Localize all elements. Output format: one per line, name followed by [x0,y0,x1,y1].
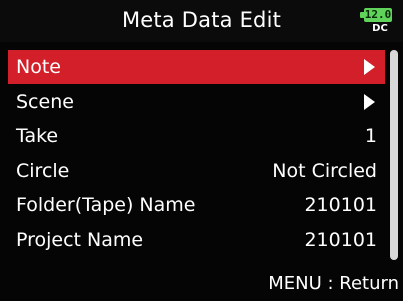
recorder-screen: Meta Data Edit 12.0 DC Note Scene Take 1… [0,0,403,301]
menu-item-note[interactable]: Note [8,50,385,84]
battery-voltage: 12.0 [364,8,392,21]
submenu-arrow-icon [364,93,375,110]
menu-item-project-name[interactable]: Project Name 210101 [8,223,385,257]
menu-item-label: Take [16,125,59,148]
menu-item-value: 1 [364,125,377,148]
scrollbar[interactable] [390,50,398,260]
menu-item-label: Circle [16,159,70,182]
menu-item-value: 210101 [304,228,377,251]
power-source-label: DC [372,23,388,34]
footer-hint: MENU : Return [268,273,399,294]
screen-title: Meta Data Edit [121,8,282,32]
menu-item-take[interactable]: Take 1 [8,119,385,153]
menu-item-label: Scene [16,90,74,113]
menu-item-label: Folder(Tape) Name [16,194,196,217]
menu-item-scene[interactable]: Scene [8,85,385,119]
menu-item-value: 210101 [304,194,377,217]
meta-data-menu: Note Scene Take 1 Circle Not Circled Fol… [8,50,385,258]
submenu-arrow-icon [364,59,375,75]
scrollbar-thumb[interactable] [390,50,398,260]
menu-item-label: Note [16,56,61,78]
menu-item-value: Not Circled [272,159,377,182]
menu-item-circle[interactable]: Circle Not Circled [8,154,385,188]
header-bar: Meta Data Edit 12.0 DC [0,0,403,42]
menu-item-folder-tape-name[interactable]: Folder(Tape) Name 210101 [8,188,385,222]
battery-indicator: 12.0 DC [360,6,398,36]
menu-item-label: Project Name [16,228,144,251]
